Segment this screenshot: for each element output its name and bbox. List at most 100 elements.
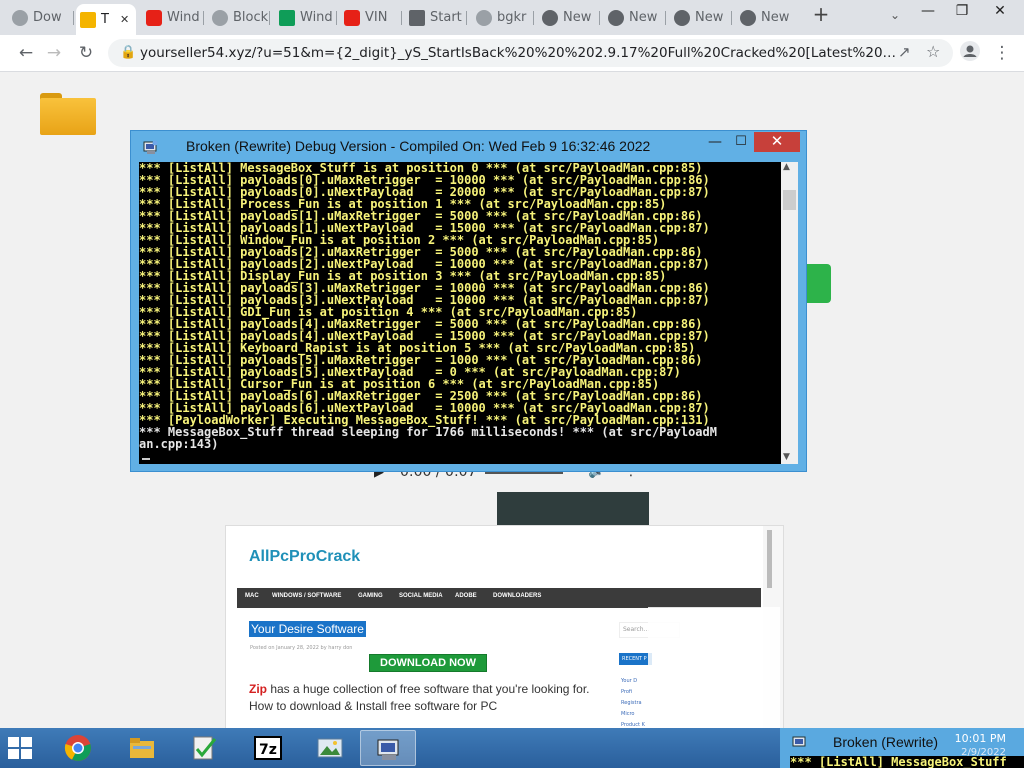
console-output[interactable]: *** [ListAll] MessageBox_Stuff is at pos… <box>139 162 781 464</box>
taskbar-thumbnail[interactable]: Broken (Rewrite) *** [ListAll] MessageBo… <box>780 728 1024 768</box>
youtube-icon <box>344 9 360 26</box>
tab-label: Block <box>233 10 269 25</box>
brand-word: Zip <box>249 682 267 696</box>
tab-5[interactable]: Wind <box>275 4 337 31</box>
bookmark-star-icon[interactable]: ☆ <box>926 42 940 61</box>
svg-text:7z: 7z <box>259 742 277 758</box>
thumbnail-title: Broken (Rewrite) <box>833 734 939 750</box>
tab-label: Wind <box>167 10 200 25</box>
windows-start-icon[interactable] <box>8 737 32 759</box>
chrome-icon <box>12 9 28 26</box>
tab-11[interactable]: New <box>670 4 732 31</box>
taskbar-file-explorer[interactable] <box>114 730 170 766</box>
scroll-thumb[interactable] <box>783 190 796 210</box>
post-meta: Posted on January 28, 2022 by harry don <box>250 645 353 651</box>
chrome-icon <box>674 9 690 26</box>
minimize-button[interactable]: — <box>912 0 944 26</box>
file-explorer-icon <box>130 738 154 758</box>
tab-7[interactable]: Start <box>405 4 467 31</box>
back-arrow-icon[interactable]: ← <box>14 41 38 65</box>
tab-2-active[interactable]: T ✕ <box>76 4 136 35</box>
taskbar-7zip[interactable]: 7z <box>240 730 296 766</box>
tab-4[interactable]: Block <box>208 4 270 31</box>
console-line: *** MessageBox_Stuff thread sleeping for… <box>139 425 717 439</box>
tab-6[interactable]: VIN <box>340 4 402 31</box>
nav-item[interactable]: GAMING <box>358 593 383 599</box>
address-bar[interactable]: 🔒 yourseller54.xyz/?u=51&m={2_digit}_yS_… <box>108 39 953 67</box>
folder-icon <box>80 11 96 28</box>
reload-icon[interactable]: ↻ <box>74 41 98 65</box>
forward-arrow-icon[interactable]: → <box>42 41 66 65</box>
maximize-button[interactable]: ❐ <box>946 0 978 26</box>
debug-console-window: Broken (Rewrite) Debug Version - Compile… <box>130 130 807 472</box>
maximize-button[interactable]: ☐ <box>729 133 753 153</box>
window-icon <box>409 9 425 26</box>
sidebar-link[interactable]: Your D <box>621 676 651 687</box>
share-icon[interactable]: ↗ <box>898 43 911 61</box>
scroll-up-icon[interactable]: ▲ <box>783 162 790 172</box>
close-tab-icon[interactable]: ✕ <box>120 13 129 26</box>
checklist-icon <box>193 736 217 760</box>
browser-toolbar: ← → ↻ 🔒 yourseller54.xyz/?u=51&m={2_digi… <box>0 35 1024 72</box>
clock-time: 10:01 PM <box>954 732 1006 745</box>
nav-item[interactable]: SOCIAL MEDIA <box>399 593 443 599</box>
site-nav: MAC WINDOWS / SOFTWARE GAMING SOCIAL MED… <box>237 588 761 608</box>
tab-label: New <box>695 10 724 25</box>
menu-kebab-icon[interactable]: ⋮ <box>990 41 1014 65</box>
broken-app-icon <box>377 739 399 760</box>
sidebar-link[interactable]: Profi <box>621 687 651 698</box>
sidebar-link[interactable]: Micro <box>621 709 651 720</box>
taskbar-checklist[interactable] <box>176 730 232 766</box>
profile-avatar-icon[interactable] <box>958 41 982 65</box>
folder-icon[interactable] <box>40 93 96 135</box>
post-title[interactable]: Your Desire Software <box>249 621 366 637</box>
close-button[interactable]: ✕ <box>984 0 1016 26</box>
tab-9[interactable]: New <box>538 4 600 31</box>
nav-item[interactable]: ADOBE <box>455 593 477 599</box>
sidebar-links: Your D Profi Registra Micro Product K <box>621 676 651 731</box>
tab-label: New <box>629 10 658 25</box>
site-logo: AllPcProCrack <box>249 548 361 565</box>
nav-item[interactable]: DOWNLOADERS <box>493 593 541 599</box>
app-icon <box>792 736 806 747</box>
tab-search-button[interactable]: ⌄ <box>890 8 900 22</box>
taskbar-broken-app[interactable] <box>360 730 416 766</box>
sidebar-link[interactable]: Registra <box>621 698 651 709</box>
new-tab-button[interactable]: + <box>810 4 832 26</box>
console-scrollbar[interactable]: ▲ ▼ <box>781 162 798 464</box>
tab-label: Dow <box>33 10 62 25</box>
tab-10[interactable]: New <box>604 4 666 31</box>
download-now-button[interactable]: DOWNLOAD NOW <box>369 654 487 672</box>
post-paragraph: Zip has a huge collection of free softwa… <box>249 681 599 715</box>
7zip-icon: 7z <box>254 736 282 760</box>
tab-12[interactable]: New <box>736 4 798 31</box>
url-text[interactable]: yourseller54.xyz/?u=51&m={2_digit}_yS_St… <box>140 45 900 61</box>
chrome-icon <box>476 9 492 26</box>
sheets-icon <box>279 9 295 26</box>
photo-viewer-icon <box>317 738 343 758</box>
lock-icon: 🔒 <box>120 45 137 60</box>
youtube-icon <box>146 9 162 26</box>
chrome-icon <box>64 735 91 761</box>
nav-item[interactable]: WINDOWS / SOFTWARE <box>272 593 341 599</box>
chrome-icon <box>608 9 624 26</box>
system-clock[interactable]: 10:01 PM 2/9/2022 <box>955 732 1006 760</box>
taskbar-chrome[interactable] <box>50 730 106 766</box>
app-icon <box>143 140 158 154</box>
tab-label: bgkr <box>497 10 527 25</box>
tab-label: T <box>101 12 109 27</box>
glitch-overlay <box>648 607 780 729</box>
green-button[interactable] <box>805 264 831 303</box>
scroll-down-icon[interactable]: ▼ <box>783 452 790 462</box>
tab-label: Wind <box>300 10 333 25</box>
console-line: an.cpp:143) <box>139 437 219 451</box>
tab-3[interactable]: Wind <box>142 4 204 31</box>
minimize-button[interactable]: — <box>703 133 727 153</box>
taskbar-photo-viewer[interactable] <box>302 730 358 766</box>
close-button[interactable]: ✕ <box>754 132 800 152</box>
tab-label: New <box>761 10 790 25</box>
tab-8[interactable]: bgkr <box>472 4 534 31</box>
nav-item[interactable]: MAC <box>245 593 259 599</box>
chrome-icon <box>212 9 228 26</box>
tab-1[interactable]: Dow <box>8 4 74 31</box>
